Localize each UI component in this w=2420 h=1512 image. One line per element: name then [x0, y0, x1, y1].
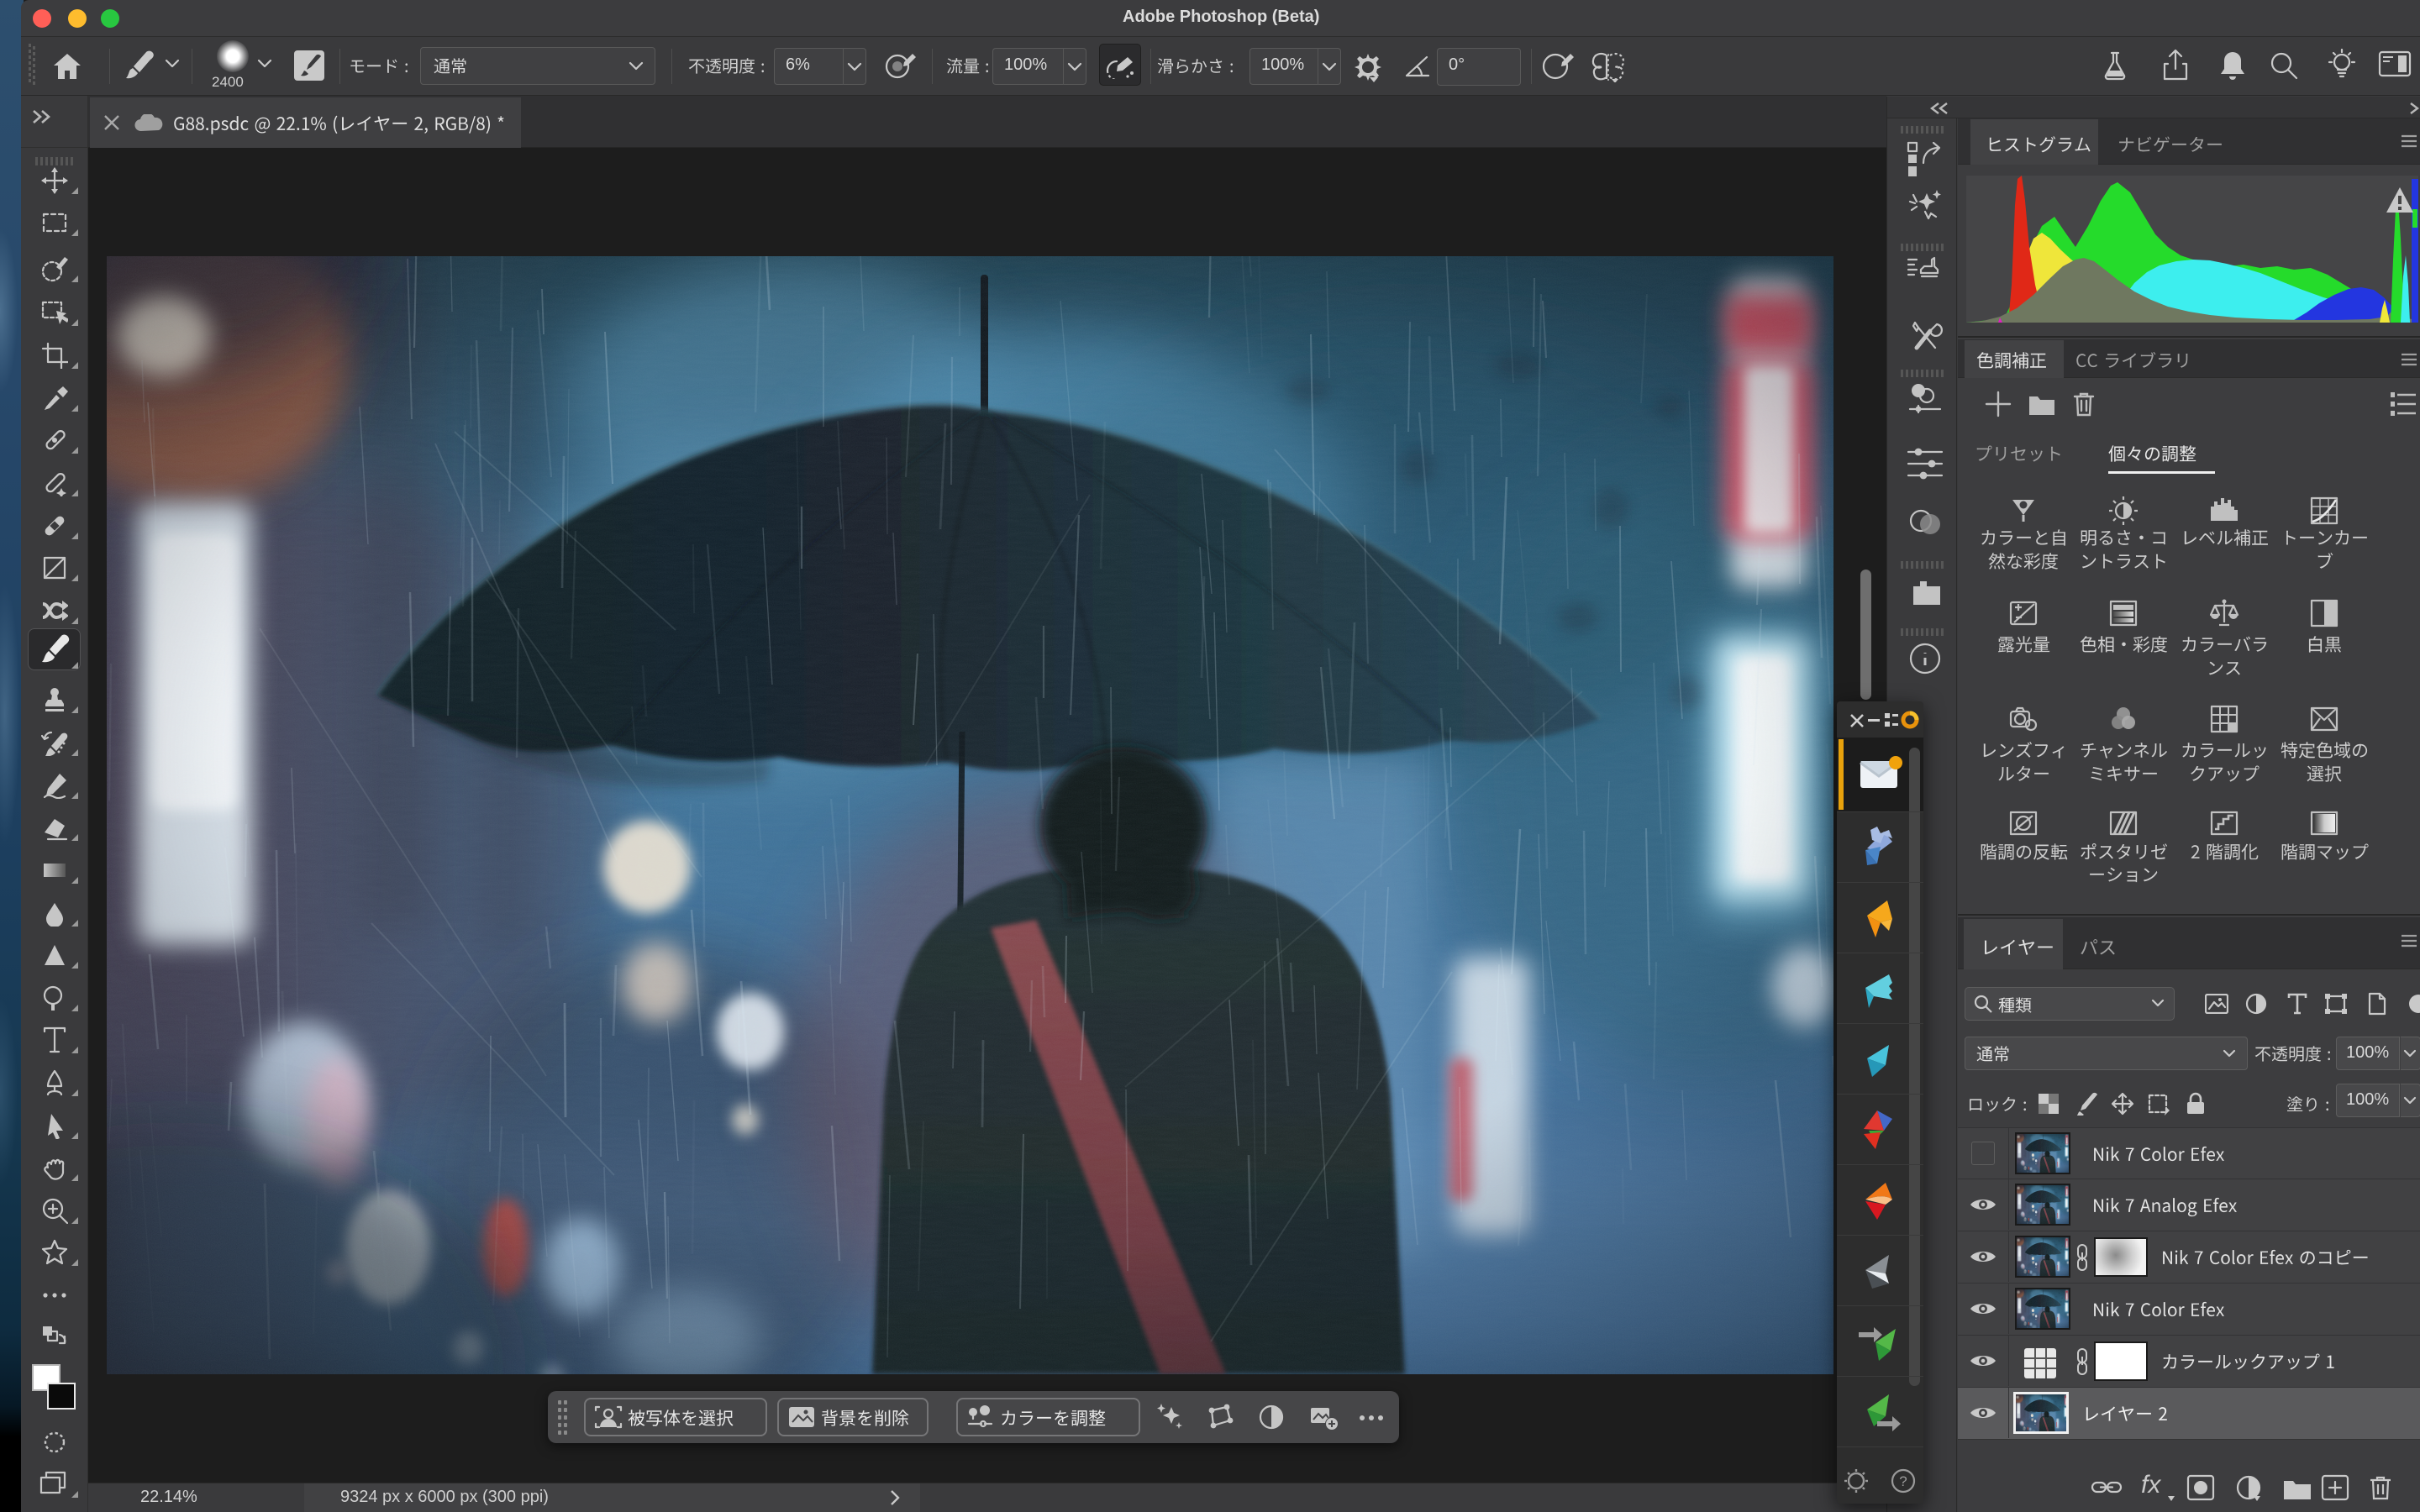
svg-text:?: ? — [1899, 1473, 1907, 1489]
